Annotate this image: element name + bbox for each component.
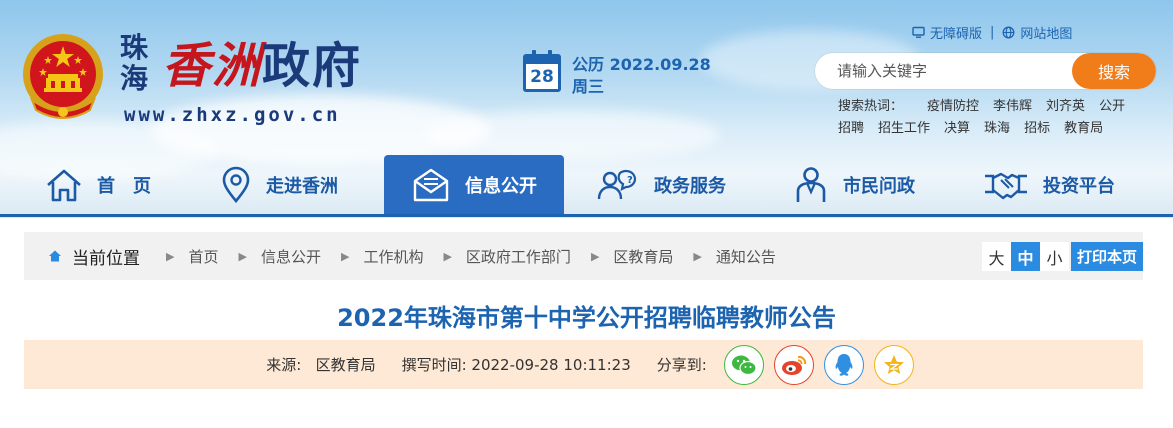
breadcrumb-link[interactable]: ▶ 通知公告 [673, 246, 775, 267]
hot-keyword[interactable]: 珠海 [984, 121, 1010, 136]
chevron-right-icon: ▶ [443, 249, 452, 263]
wechat-icon [731, 355, 757, 375]
monitor-icon [912, 26, 925, 38]
breadcrumb-link-label: 工作机构 [363, 247, 424, 266]
nav-item-about[interactable]: 走进香洲 [220, 155, 338, 215]
location-pin-icon [222, 166, 250, 204]
nav-item-citizen-inquiry[interactable]: 市民问政 [793, 155, 915, 215]
date-text: 公历 2022.09.28 周三 [572, 54, 711, 98]
nav-item-label: 信息公开 [465, 176, 537, 197]
logo-name-blue: 政府 [262, 38, 363, 94]
share-qzone-button[interactable] [873, 344, 914, 385]
share-buttons [723, 344, 914, 385]
national-emblem-icon [18, 30, 108, 126]
nav-item-gov-services[interactable]: ? 政务服务 [596, 155, 726, 215]
nav-item-home[interactable]: 首 页 [45, 155, 151, 215]
article-time: 撰写时间: 2022-09-28 10:11:23 [402, 354, 631, 375]
chevron-right-icon: ▶ [590, 249, 600, 263]
top-links: 无障碍版 | 网站地图 [912, 23, 1072, 42]
date-line-2: 周三 [572, 77, 605, 96]
chevron-right-icon: ▶ [166, 249, 175, 263]
time-label: 撰写时间: [401, 356, 467, 374]
search-box: 搜索 [815, 53, 1156, 89]
date-line-1: 公历 2022.09.28 [572, 55, 711, 74]
nav-item-label: 首 页 [97, 176, 151, 197]
hot-keywords-label: 搜索热词： [838, 99, 904, 114]
print-page-button[interactable]: 打印本页 [1070, 242, 1143, 271]
globe-icon [1002, 26, 1015, 39]
qzone-icon [883, 354, 904, 374]
calendar-icon: 28 [523, 50, 561, 92]
font-size-small-button[interactable]: 小 [1039, 242, 1069, 271]
service-people-icon: ? [597, 169, 637, 200]
hot-keyword[interactable]: 刘齐英 [1046, 99, 1085, 114]
source-value: 区教育局 [315, 356, 376, 374]
font-size-large-button[interactable]: 大 [981, 242, 1011, 271]
breadcrumb-link-label: 区教育局 [613, 247, 674, 266]
nav-underline [0, 214, 1173, 217]
sitemap-link[interactable]: 网站地图 [1002, 23, 1072, 42]
chevron-right-icon: ▶ [693, 249, 702, 263]
article-title: 2022年珠海市第十中学公开招聘临聘教师公告 [337, 304, 836, 332]
breadcrumb-link[interactable]: ▶ 区教育局 [571, 246, 673, 267]
breadcrumb-link-label: 信息公开 [260, 247, 321, 266]
time-value: 2022-09-28 10:11:23 [471, 356, 631, 374]
logo-url: www.zhxz.gov.cn [124, 104, 341, 126]
nav-item-investment[interactable]: 投资平台 [983, 155, 1115, 215]
weibo-icon [781, 355, 806, 375]
search-button[interactable]: 搜索 [1072, 53, 1156, 89]
qq-icon [835, 353, 853, 376]
font-size-medium-button[interactable]: 中 [1010, 242, 1040, 271]
hot-keyword[interactable]: 教育局 [1064, 121, 1103, 136]
citizen-icon [796, 167, 826, 202]
chevron-right-icon: ▶ [238, 249, 247, 263]
date-display: 28 公历 2022.09.28 周三 [523, 50, 711, 98]
hot-keyword[interactable]: 李伟辉 [993, 99, 1032, 114]
breadcrumb-link-label: 区政府工作部门 [465, 247, 571, 266]
breadcrumb: 当前位置 ▶ 首页 ▶ 信息公开 ▶ 工作机构 ▶ 区政府工作部门 ▶ 区教育局 ▶ 通知公… [24, 232, 1143, 280]
share-weibo-button[interactable] [773, 344, 814, 385]
search-input[interactable] [815, 53, 1072, 89]
breadcrumb-current-label: 当前位置 [72, 248, 140, 269]
hot-keyword[interactable]: 招标 [1024, 121, 1050, 136]
main-nav: 首 页 走进香洲 信息公开 ? 政务服务 市民问政 投资平台 [0, 155, 1173, 218]
breadcrumb-link[interactable]: ▶ 区政府工作部门 [423, 246, 570, 267]
accessible-version-label: 无障碍版 [930, 27, 983, 42]
handshake-icon [985, 172, 1027, 200]
hot-keywords: 搜索热词： 疫情防控 李伟辉 刘齐英 公开招聘 招生工作 决算 珠海 招标 教育局 [838, 96, 1138, 140]
mail-icon [413, 168, 449, 202]
nav-item-info-disclosure[interactable]: 信息公开 [384, 155, 564, 215]
source-label: 来源: [266, 356, 302, 374]
logo-city: 珠海 [120, 31, 149, 95]
svg-text:?: ? [627, 175, 633, 186]
hot-keyword[interactable]: 招生工作 [878, 121, 930, 136]
article-meta: 来源: 区教育局 撰写时间: 2022-09-28 10:11:23 分享到: [24, 340, 1143, 389]
font-size-controls: 大 中 小 打印本页 [981, 242, 1143, 271]
breadcrumb-link-label: 首页 [188, 247, 219, 266]
share-qq-button[interactable] [823, 344, 864, 385]
nav-item-label: 投资平台 [1043, 176, 1115, 197]
calendar-day: 28 [530, 67, 554, 87]
cloud-decoration [420, 110, 720, 160]
share-label: 分享到: [656, 356, 707, 374]
home-icon [49, 250, 61, 262]
hot-keyword[interactable]: 疫情防控 [927, 99, 979, 114]
breadcrumb-link[interactable]: ▶ 首页 [146, 246, 218, 267]
logo-name-red: 香洲 [162, 38, 263, 94]
share-wechat-button[interactable] [723, 344, 764, 385]
nav-item-label: 市民问政 [843, 176, 915, 197]
breadcrumb-link[interactable]: ▶ 工作机构 [321, 246, 423, 267]
top-links-separator: | [990, 25, 995, 40]
home-icon [47, 169, 81, 202]
chevron-right-icon: ▶ [340, 249, 350, 263]
sitemap-label: 网站地图 [1020, 27, 1073, 42]
logo-title: 香洲政府 [162, 38, 362, 94]
hot-keyword[interactable]: 决算 [944, 121, 970, 136]
article-source: 来源: 区教育局 [266, 354, 375, 375]
accessible-version-link[interactable]: 无障碍版 [912, 23, 982, 42]
nav-item-label: 走进香洲 [266, 176, 338, 197]
nav-item-label: 政务服务 [654, 176, 726, 197]
breadcrumb-link[interactable]: ▶ 信息公开 [218, 246, 320, 267]
breadcrumb-link-label: 通知公告 [715, 247, 776, 266]
